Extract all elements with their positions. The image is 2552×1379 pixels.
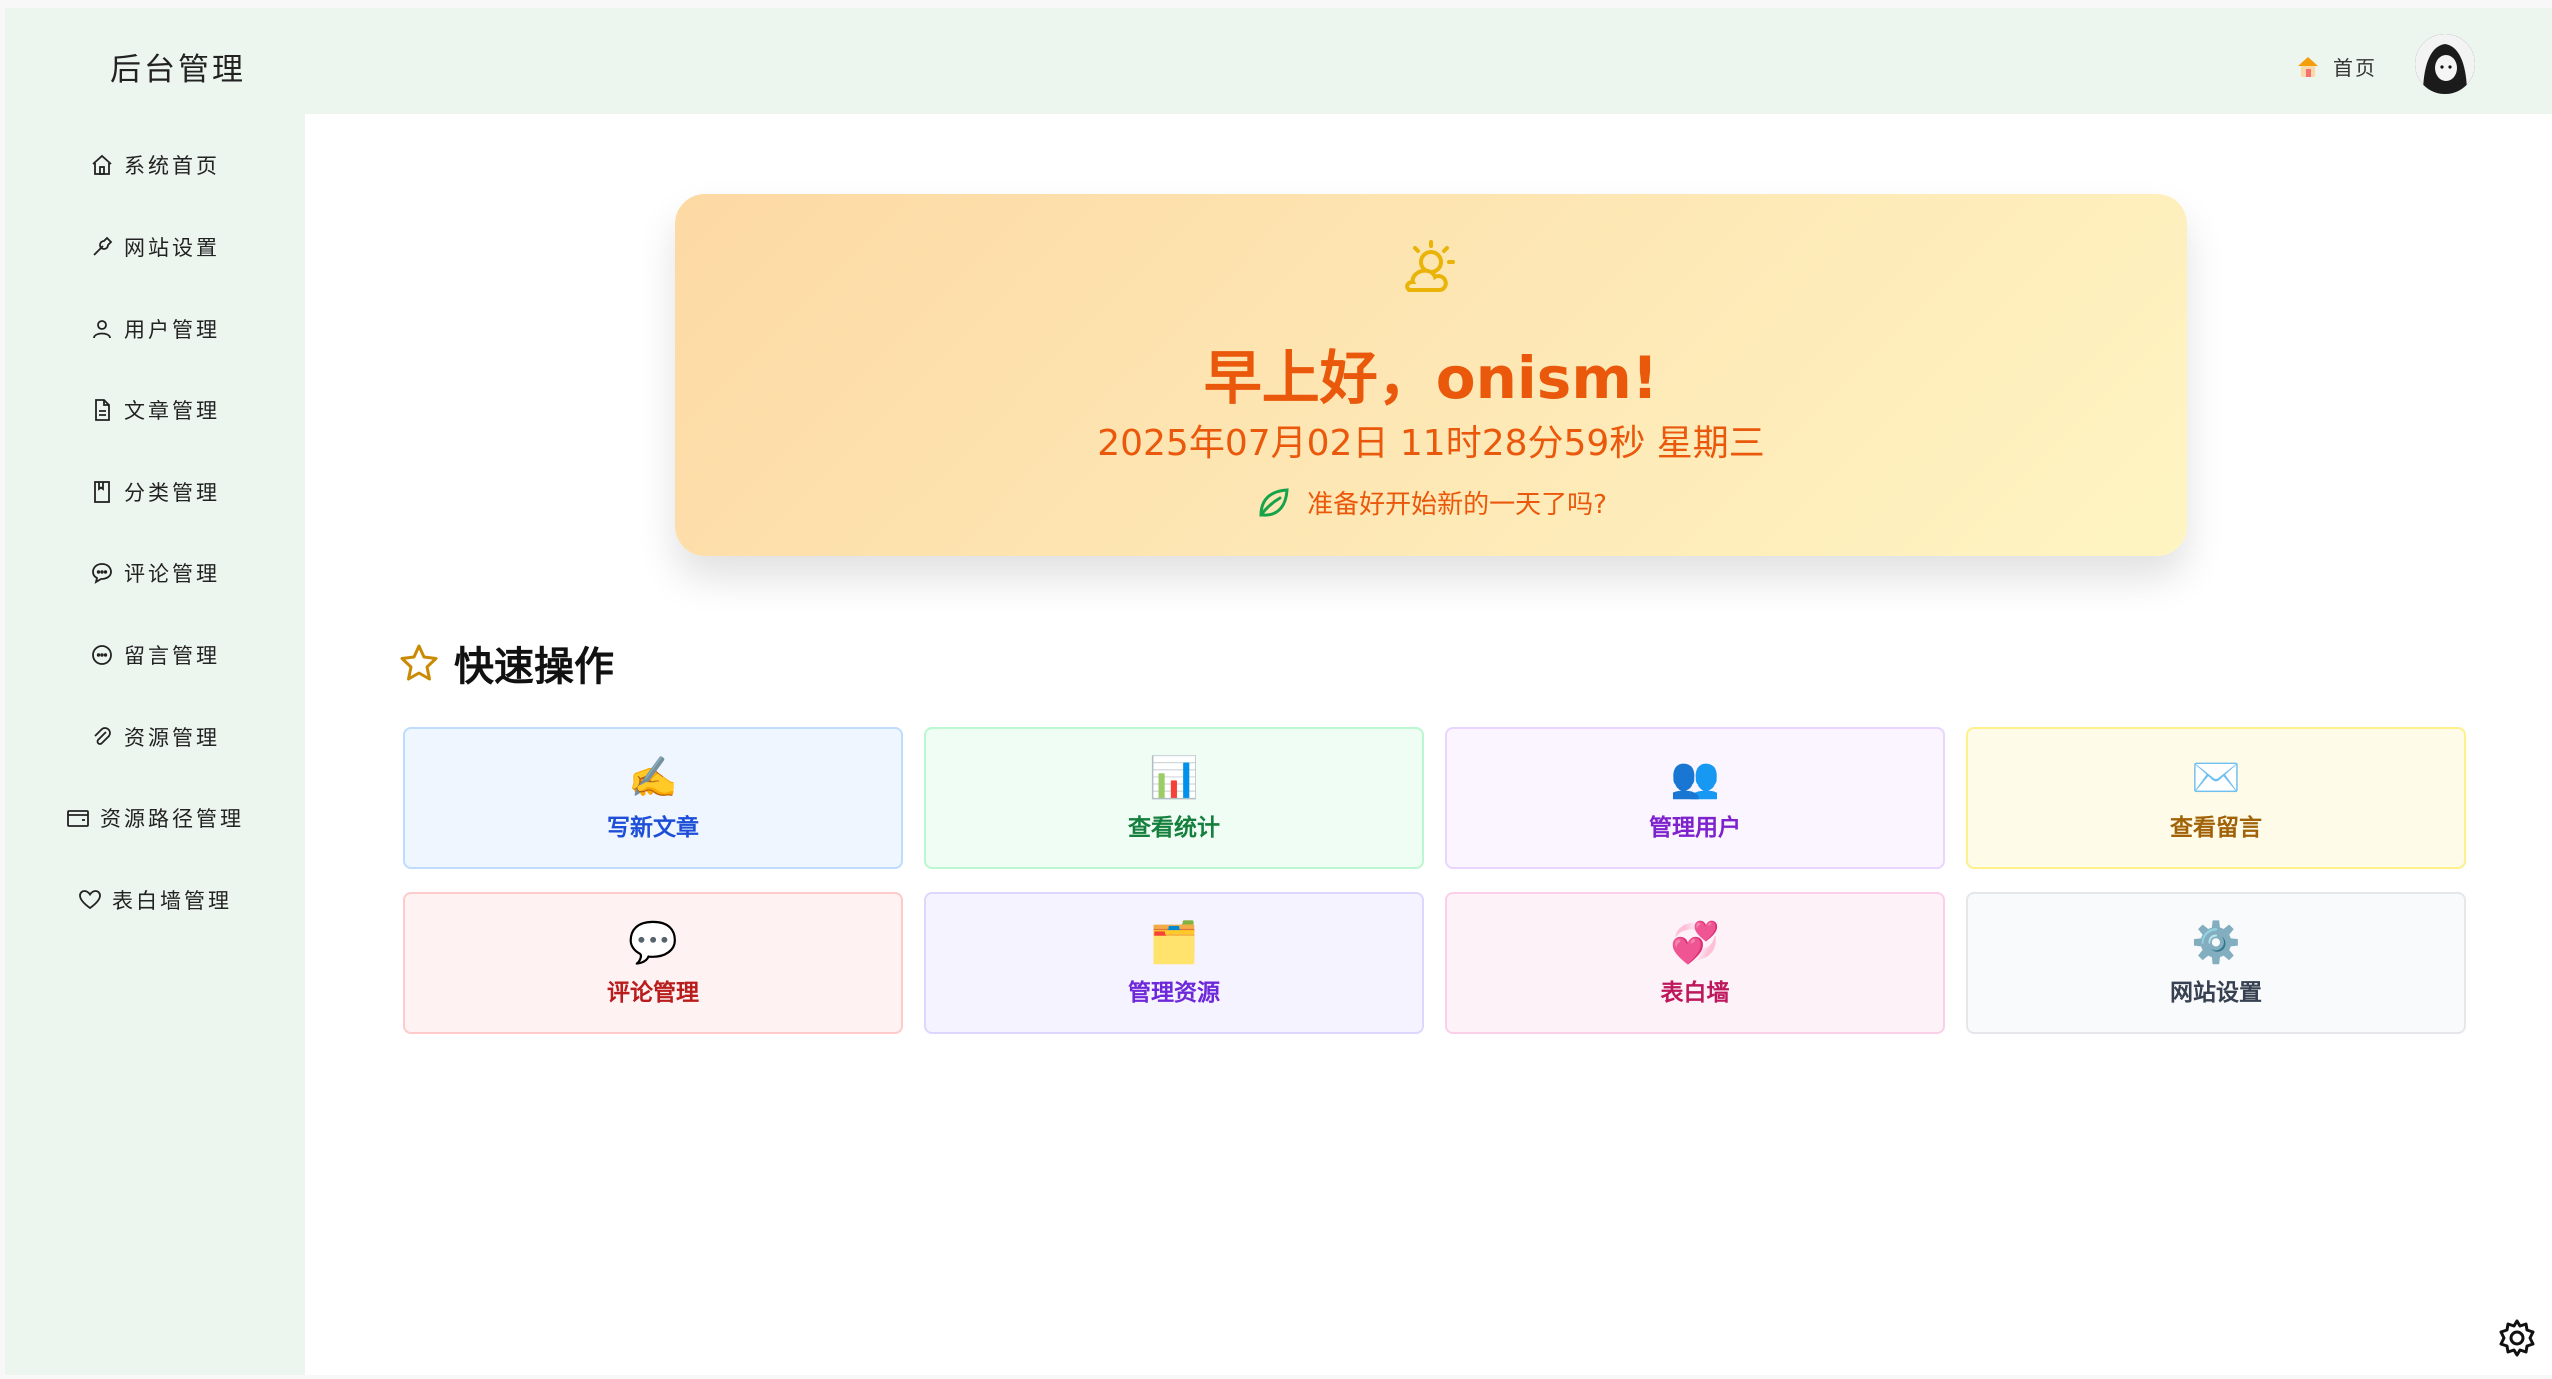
- app-title: 后台管理: [110, 52, 246, 88]
- sidebar-item-users[interactable]: 用户管理: [5, 299, 305, 359]
- quick-action-write-article[interactable]: ✍️ 写新文章: [403, 727, 903, 869]
- sidebar-item-label: 用户管理: [124, 318, 220, 342]
- sidebar-item-label: 资源管理: [124, 726, 220, 750]
- quick-action-confession-wall[interactable]: 💞 表白墙: [1445, 892, 1945, 1034]
- home-link[interactable]: 首页: [2295, 52, 2377, 81]
- sidebar-item-label: 资源路径管理: [100, 807, 244, 831]
- chat-icon: [92, 563, 112, 584]
- home-link-label: 首页: [2333, 56, 2377, 80]
- quick-action-label: 网站设置: [2170, 980, 2262, 1006]
- sidebar-item-messages[interactable]: 留言管理: [5, 625, 305, 685]
- main-content: 早上好，onism! 2025年07月02日 11时28分59秒 星期三 准备好…: [305, 114, 2552, 1375]
- heart-icon: [79, 890, 101, 910]
- sidebar-item-confession-wall[interactable]: 表白墙管理: [5, 870, 305, 930]
- document-icon: [95, 399, 110, 421]
- motto: 准备好开始新的一天了吗?: [675, 484, 2187, 521]
- avatar[interactable]: [2415, 34, 2475, 94]
- writing-hand-icon: ✍️: [628, 755, 678, 801]
- wallet-icon: [67, 810, 89, 827]
- envelope-icon: ✉️: [2191, 755, 2241, 801]
- star-icon: [400, 644, 438, 681]
- quick-action-label: 写新文章: [607, 815, 699, 841]
- quick-action-manage-resources[interactable]: 🗂️ 管理资源: [924, 892, 1424, 1034]
- sidebar-item-label: 系统首页: [124, 154, 220, 178]
- sidebar-item-resources[interactable]: 资源管理: [5, 707, 305, 767]
- motto-text: 准备好开始新的一天了吗?: [1307, 490, 1607, 520]
- sidebar-item-label: 留言管理: [124, 644, 220, 668]
- quick-actions-header: 快速操作: [398, 634, 614, 692]
- gear-icon: ⚙️: [2191, 920, 2241, 966]
- message-icon: [92, 645, 112, 665]
- sidebar: 系统首页 网站设置 用户管理 文章管理 分类管理 评论管理 留言管理 资源管理: [5, 114, 305, 1375]
- hearts-icon: 💞: [1670, 920, 1720, 966]
- leaf-icon: [1259, 487, 1289, 517]
- greeting-card: 早上好，onism! 2025年07月02日 11时28分59秒 星期三 准备好…: [675, 194, 2187, 556]
- sidebar-item-system-home[interactable]: 系统首页: [5, 135, 305, 195]
- users-icon: 👥: [1670, 755, 1720, 801]
- top-bar: 后台管理 首页: [5, 8, 2552, 114]
- bar-chart-icon: 📊: [1149, 755, 1199, 801]
- wrench-icon: [93, 236, 113, 256]
- book-icon: [94, 481, 110, 503]
- home-icon: [92, 154, 112, 175]
- user-icon: [93, 320, 111, 339]
- app-frame: 后台管理 首页 系统首页 网站设置 用户管理 文章管理 分类管理 评论管理 留言…: [5, 8, 2552, 1375]
- speech-bubble-icon: 💬: [628, 920, 678, 966]
- quick-action-view-messages[interactable]: ✉️ 查看留言: [1966, 727, 2466, 869]
- quick-action-label: 查看统计: [1128, 815, 1220, 841]
- sidebar-item-categories[interactable]: 分类管理: [5, 462, 305, 522]
- current-datetime: 2025年07月02日 11时28分59秒 星期三: [1097, 423, 1765, 464]
- sidebar-item-label: 文章管理: [124, 399, 220, 423]
- sidebar-item-label: 表白墙管理: [112, 889, 232, 913]
- quick-action-label: 管理资源: [1128, 980, 1220, 1006]
- sidebar-item-resource-paths[interactable]: 资源路径管理: [5, 788, 305, 848]
- quick-action-view-stats[interactable]: 📊 查看统计: [924, 727, 1424, 869]
- sidebar-item-label: 评论管理: [124, 562, 220, 586]
- quick-action-label: 查看留言: [2170, 815, 2262, 841]
- sun-cloud-icon: [1405, 240, 1455, 292]
- quick-action-label: 管理用户: [1649, 815, 1741, 841]
- folder-icon: 🗂️: [1149, 920, 1199, 966]
- quick-action-label: 评论管理: [607, 980, 699, 1006]
- sidebar-item-articles[interactable]: 文章管理: [5, 380, 305, 440]
- quick-action-manage-users[interactable]: 👥 管理用户: [1445, 727, 1945, 869]
- sidebar-item-label: 分类管理: [124, 481, 220, 505]
- sidebar-item-label: 网站设置: [124, 236, 220, 260]
- quick-actions-title: 快速操作: [454, 644, 614, 690]
- greeting-text: 早上好，onism!: [1203, 344, 1659, 412]
- quick-action-manage-comments[interactable]: 💬 评论管理: [403, 892, 903, 1034]
- paperclip-icon: [94, 727, 111, 745]
- sidebar-item-site-settings[interactable]: 网站设置: [5, 217, 305, 277]
- sidebar-item-comments[interactable]: 评论管理: [5, 543, 305, 603]
- quick-action-label: 表白墙: [1660, 980, 1730, 1006]
- house-emoji-icon: [2298, 56, 2318, 77]
- settings-gear-icon[interactable]: [2497, 1318, 2537, 1358]
- quick-action-site-settings[interactable]: ⚙️ 网站设置: [1966, 892, 2466, 1034]
